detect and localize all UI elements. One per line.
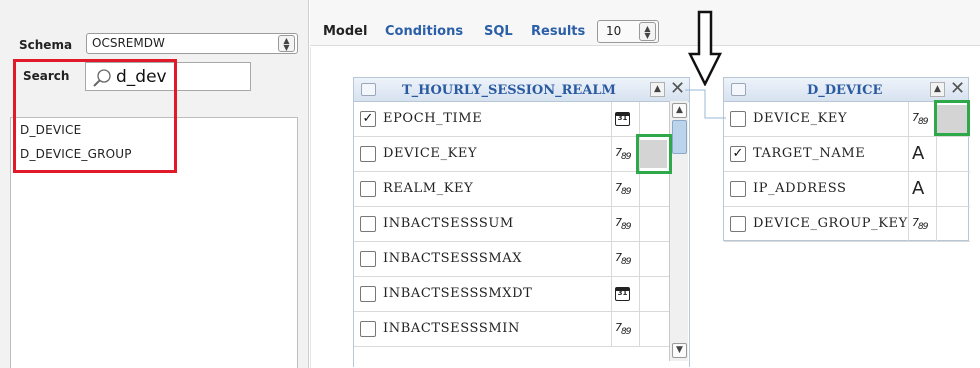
column-row[interactable]: DEVICE_KEY 789	[724, 102, 970, 137]
column-type-cell: A	[908, 172, 936, 206]
schema-label: Schema	[19, 38, 73, 52]
tabs-bar: Model Conditions SQL Results 10 ▲ ▼	[310, 0, 980, 46]
column-row[interactable]: DEVICE_GROUP_KEY 789	[724, 207, 970, 242]
join-key-marker[interactable]	[640, 140, 667, 168]
table-t-hourly-session-realm[interactable]: T_HOURLY_SESSION_REALM ▲ ✕ ✓ EPOCH_TIME 31…	[353, 77, 690, 367]
table-d-device[interactable]: D_DEVICE ▲ ✕ DEVICE_KEY 789 ✓ TARGET_NAME A I…	[723, 77, 970, 242]
schema-browser-panel: Schema OCSREMDW ▲ ▼ Search d_dev D_DEVIC…	[0, 0, 309, 368]
date-type-icon: 31	[615, 112, 630, 126]
search-icon	[93, 69, 111, 87]
number-type-icon: 789	[912, 111, 929, 128]
spin-down-icon: ▼	[644, 30, 651, 40]
column-row[interactable]: DEVICE_KEY 789	[354, 137, 670, 172]
table-header[interactable]: T_HOURLY_SESSION_REALM ▲ ✕	[354, 78, 689, 102]
column-row[interactable]: INBACTSESSSMIN 789	[354, 312, 670, 347]
column-name: TARGET_NAME	[753, 146, 866, 161]
date-type-icon: 31	[615, 287, 630, 301]
scroll-down-icon[interactable]: ▼	[672, 343, 687, 358]
column-type-cell: 789	[611, 207, 639, 241]
column-row[interactable]: IP_ADDRESS A	[724, 172, 970, 207]
search-input-value: d_dev	[116, 67, 167, 87]
text-type-icon: A	[912, 178, 925, 199]
column-type-cell: 789	[908, 207, 936, 241]
column-type-cell: 31	[611, 102, 639, 136]
results-limit-select[interactable]: 10 ▲ ▼	[597, 20, 659, 43]
schema-select[interactable]: OCSREMDW ▲ ▼	[86, 33, 298, 54]
column-type-cell: 789	[611, 172, 639, 206]
column-checkbox[interactable]	[360, 146, 376, 162]
text-type-icon: A	[912, 143, 925, 164]
join-key-cell[interactable]	[936, 172, 970, 206]
column-checkbox[interactable]	[360, 321, 376, 337]
column-type-cell: 789	[611, 312, 639, 346]
column-name: INBACTSESSSUM	[383, 216, 514, 231]
column-name: INBACTSESSSMIN	[383, 321, 520, 336]
column-row[interactable]: INBACTSESSSMXDT 31	[354, 277, 670, 312]
join-key-cell[interactable]	[639, 242, 670, 276]
results-limit-value: 10	[606, 24, 622, 38]
column-checkbox[interactable]	[730, 181, 746, 197]
column-checkbox[interactable]: ✓	[360, 111, 376, 127]
column-row[interactable]: INBACTSESSSUM 789	[354, 207, 670, 242]
spin-down-icon: ▼	[283, 42, 290, 52]
schema-select-value: OCSREMDW	[92, 36, 165, 50]
column-checkbox[interactable]	[360, 181, 376, 197]
join-key-cell[interactable]	[639, 172, 670, 206]
column-row[interactable]: INBACTSESSSMAX 789	[354, 242, 670, 277]
column-name: INBACTSESSSMAX	[383, 251, 523, 266]
minimize-icon[interactable]: ▲	[930, 82, 945, 97]
column-type-cell: 31	[611, 277, 639, 311]
tab-sql[interactable]: SQL	[484, 24, 513, 39]
result-item-d-device[interactable]: D_DEVICE	[20, 123, 81, 137]
table-title: D_DEVICE	[807, 83, 883, 98]
join-key-cell[interactable]	[936, 207, 970, 241]
column-row[interactable]: ✓ TARGET_NAME A	[724, 137, 970, 172]
column-row[interactable]: ✓ EPOCH_TIME 31	[354, 102, 670, 137]
column-name: DEVICE_KEY	[753, 111, 848, 126]
number-type-icon: 789	[615, 181, 632, 198]
column-type-cell: A	[908, 137, 936, 171]
tab-conditions[interactable]: Conditions	[385, 24, 463, 39]
column-checkbox[interactable]	[360, 251, 376, 267]
table-options-icon[interactable]	[361, 83, 376, 96]
join-key-cell[interactable]	[639, 207, 670, 241]
column-type-cell: 789	[611, 242, 639, 276]
table-scrollbar[interactable]: ▲ ▼	[669, 101, 688, 361]
number-type-icon: 789	[615, 251, 632, 268]
tab-results[interactable]: Results	[531, 24, 585, 39]
join-connector-line	[685, 89, 726, 119]
join-key-cell[interactable]	[639, 312, 670, 346]
column-checkbox[interactable]: ✓	[730, 146, 746, 162]
search-label: Search	[23, 69, 70, 83]
column-name: DEVICE_KEY	[383, 146, 478, 161]
table-search-results: D_DEVICE D_DEVICE_GROUP	[10, 117, 298, 368]
column-name: EPOCH_TIME	[383, 111, 483, 126]
column-type-cell: 789	[611, 137, 639, 171]
number-type-icon: 789	[912, 216, 929, 233]
join-key-cell[interactable]	[936, 137, 970, 171]
join-key-cell[interactable]	[639, 277, 670, 311]
tab-model[interactable]: Model	[323, 24, 367, 39]
column-checkbox[interactable]	[730, 216, 746, 232]
column-checkbox[interactable]	[360, 286, 376, 302]
column-row[interactable]: REALM_KEY 789	[354, 172, 670, 207]
number-type-icon: 789	[615, 216, 632, 233]
result-item-d-device-group[interactable]: D_DEVICE_GROUP	[20, 147, 132, 161]
results-limit-spinner[interactable]: ▲ ▼	[639, 22, 656, 41]
search-input[interactable]: d_dev	[85, 62, 251, 91]
column-checkbox[interactable]	[360, 216, 376, 232]
schema-select-spinner[interactable]: ▲ ▼	[278, 35, 295, 52]
column-name: IP_ADDRESS	[753, 181, 847, 196]
close-icon[interactable]: ✕	[950, 79, 965, 99]
number-type-icon: 789	[615, 146, 632, 163]
column-name: DEVICE_GROUP_KEY	[753, 216, 908, 231]
table-header[interactable]: D_DEVICE ▲ ✕	[724, 78, 968, 102]
join-key-marker[interactable]	[937, 105, 967, 133]
number-type-icon: 789	[615, 321, 632, 338]
table-title: T_HOURLY_SESSION_REALM	[402, 83, 616, 98]
column-type-cell: 789	[908, 102, 936, 136]
column-name: REALM_KEY	[383, 181, 474, 196]
down-arrow-icon	[688, 10, 722, 86]
column-name: INBACTSESSSMXDT	[383, 286, 533, 301]
